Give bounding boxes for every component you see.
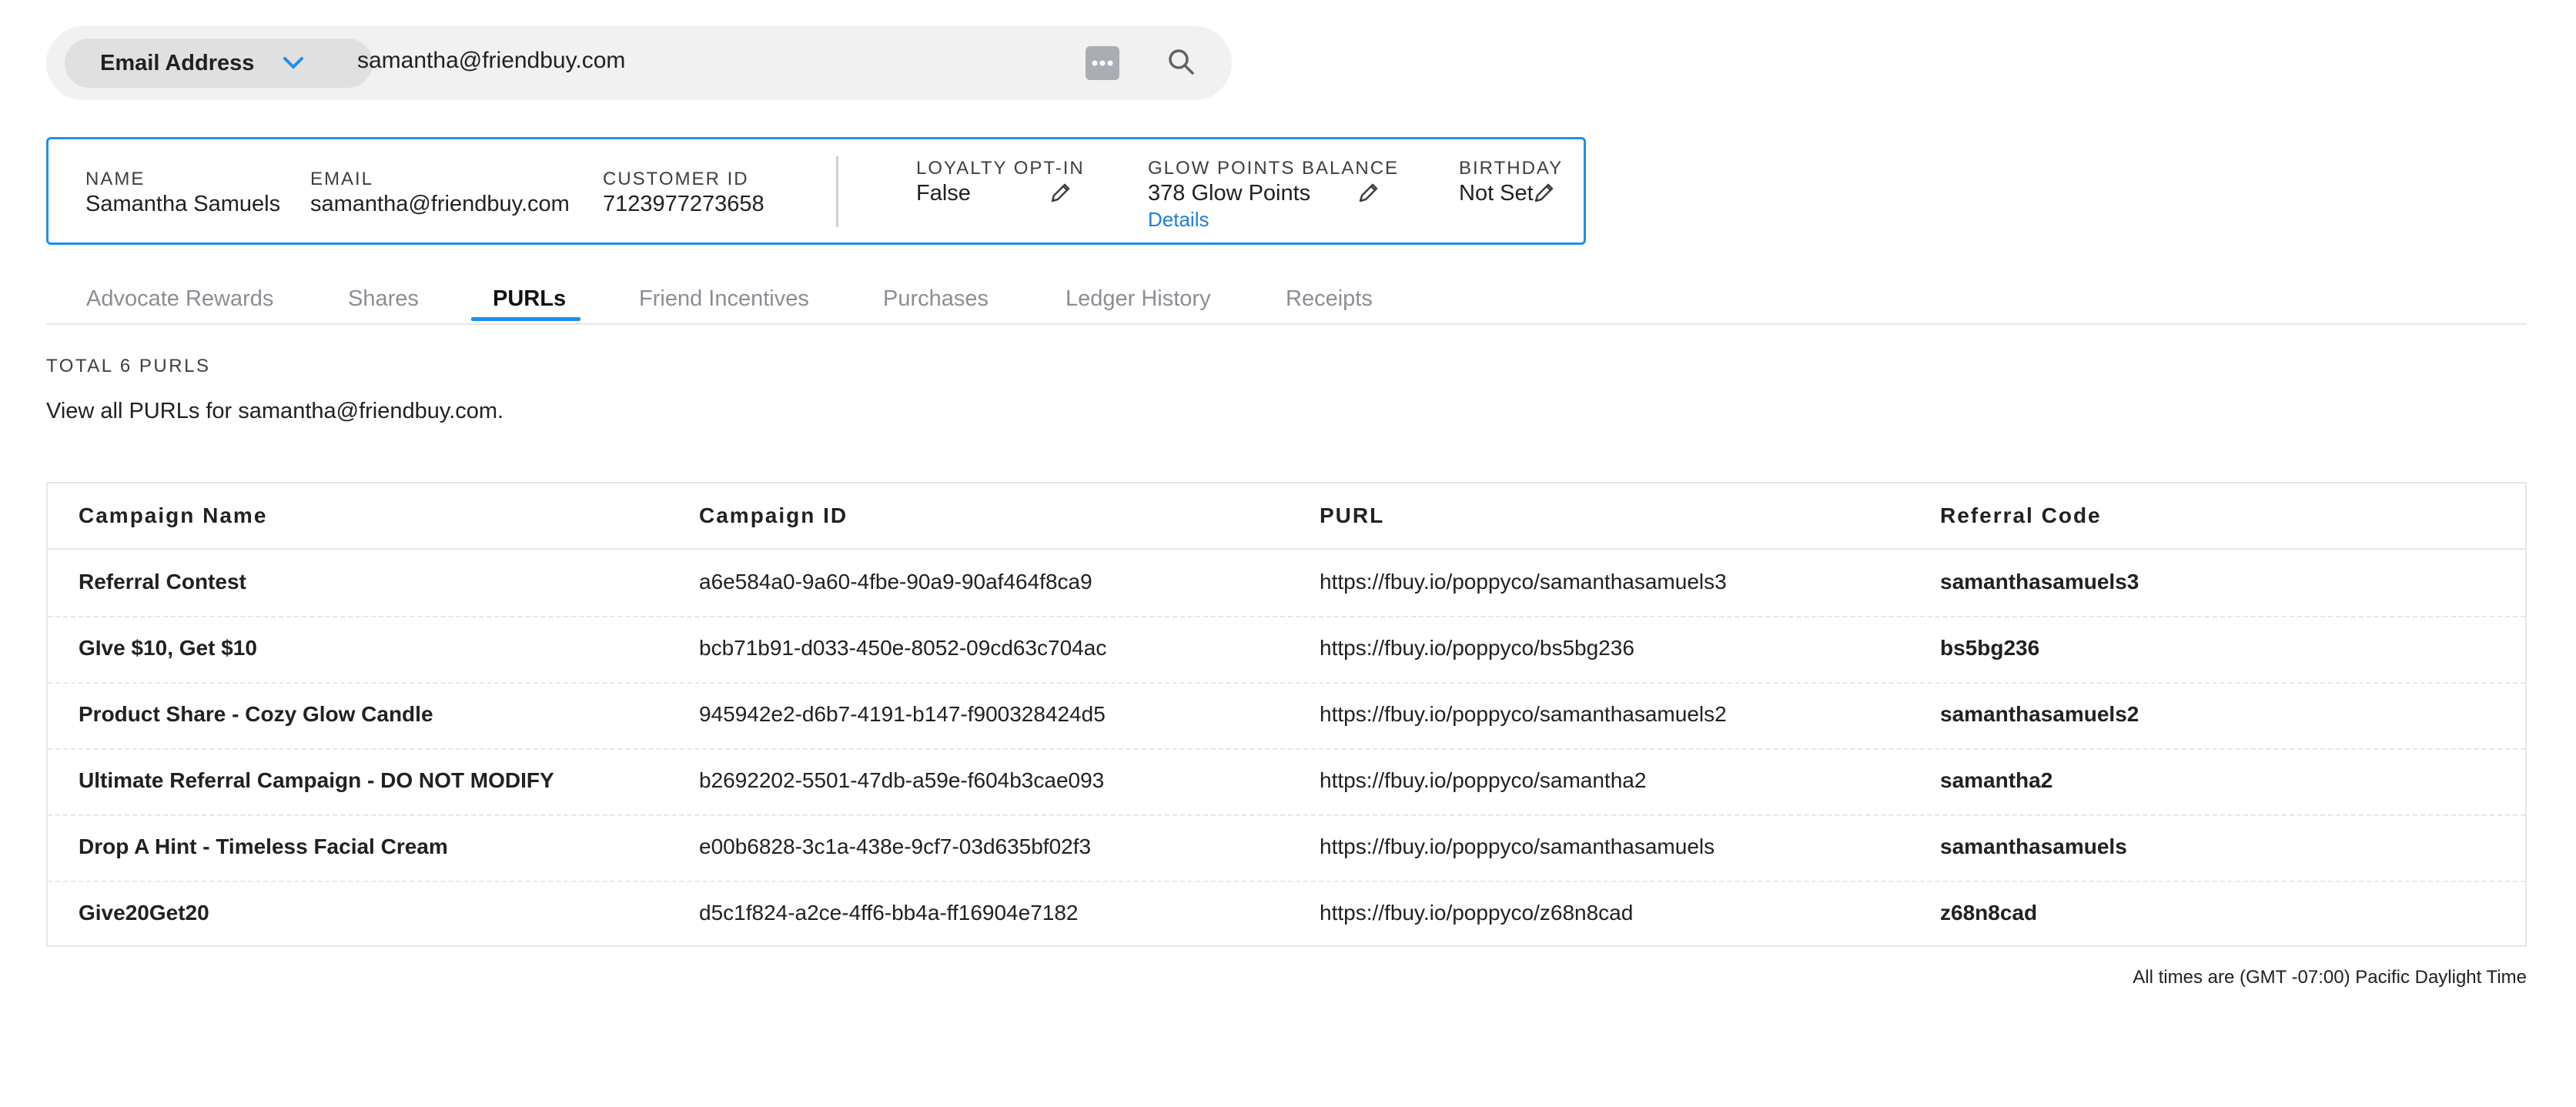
search-bar: Email Address samantha@friendbuy.com: [46, 26, 1232, 100]
referral-code: z68n8cad: [1940, 901, 2038, 925]
campaign-name: GIve $10, Get $10: [79, 636, 257, 660]
purl[interactable]: https://fbuy.io/poppyco/samantha2: [1320, 768, 1646, 793]
tab-friend-incentives[interactable]: Friend Incentives: [639, 286, 809, 312]
active-tab-indicator: [471, 317, 580, 321]
header-referral-code: Referral Code: [1940, 503, 2102, 527]
table-row: Give20Get20 d5c1f824-a2ce-4ff6-bb4a-ff16…: [48, 881, 2525, 947]
tab-advocate-rewards[interactable]: Advocate Rewards: [86, 286, 273, 312]
purl[interactable]: https://fbuy.io/poppyco/samanthasamuels: [1320, 834, 1715, 859]
pencil-icon[interactable]: [1533, 181, 1556, 204]
campaign-id: d5c1f824-a2ce-4ff6-bb4a-ff16904e7182: [699, 901, 1079, 925]
campaign-name: Ultimate Referral Campaign - DO NOT MODI…: [79, 768, 554, 792]
referral-code: bs5bg236: [1940, 636, 2040, 660]
timezone-note: All times are (GMT -07:00) Pacific Dayli…: [2133, 967, 2527, 988]
table-row: GIve $10, Get $10 bcb71b91-d033-450e-805…: [48, 616, 2525, 684]
name-caption: NAME: [85, 169, 146, 189]
campaign-name: Drop A Hint - Timeless Facial Cream: [79, 834, 448, 858]
loyalty-caption: LOYALTY OPT-IN: [916, 158, 1085, 179]
email-caption: EMAIL: [310, 169, 374, 189]
pencil-icon[interactable]: [1049, 181, 1072, 204]
birthday-caption: BIRTHDAY: [1459, 158, 1564, 179]
email-field: EMAIL samantha@friendbuy.com: [310, 169, 570, 217]
table-row: Referral Contest a6e584a0-9a60-4fbe-90a9…: [48, 550, 2525, 617]
tab-ledger-history[interactable]: Ledger History: [1066, 286, 1211, 312]
purl[interactable]: https://fbuy.io/poppyco/samanthasamuels2: [1320, 702, 1727, 727]
chevron-down-icon: [283, 57, 303, 69]
customer-card: NAME Samantha Samuels EMAIL samantha@fri…: [46, 137, 1586, 245]
search-field-select[interactable]: Email Address: [65, 38, 373, 88]
total-count: TOTAL 6 PURLS: [46, 356, 211, 376]
table-header: Campaign Name Campaign ID PURL Referral …: [48, 483, 2525, 550]
campaign-id: 945942e2-d6b7-4191-b147-f900328424d5: [699, 702, 1106, 726]
tab-purchases[interactable]: Purchases: [883, 286, 989, 312]
header-purl: PURL: [1320, 503, 1385, 527]
header-campaign-name: Campaign Name: [79, 503, 268, 527]
referral-code: samanthasamuels3: [1940, 570, 2139, 594]
glow-points-caption: GLOW POINTS BALANCE: [1148, 158, 1400, 179]
details-link[interactable]: Details: [1148, 208, 1399, 232]
description: View all PURLs for samantha@friendbuy.co…: [46, 399, 504, 423]
purl[interactable]: https://fbuy.io/poppyco/samanthasamuels3: [1320, 570, 1727, 594]
customer-id-field: CUSTOMER ID 7123977273658: [603, 169, 764, 217]
purls-table: Campaign Name Campaign ID PURL Referral …: [46, 482, 2527, 947]
referral-code: samanthasamuels: [1940, 834, 2127, 858]
table-row: Ultimate Referral Campaign - DO NOT MODI…: [48, 748, 2525, 816]
table-row: Product Share - Cozy Glow Candle 945942e…: [48, 682, 2525, 750]
divider: [836, 156, 838, 227]
campaign-id: b2692202-5501-47db-a59e-f604b3cae093: [699, 768, 1105, 792]
search-field-label: Email Address: [100, 50, 255, 75]
customer-email: samantha@friendbuy.com: [310, 192, 570, 216]
tab-bar: Advocate Rewards Shares PURLs Friend Inc…: [46, 277, 2527, 325]
referral-code: samantha2: [1940, 768, 2053, 792]
campaign-id: a6e584a0-9a60-4fbe-90a9-90af464f8ca9: [699, 570, 1092, 594]
customer-id: 7123977273658: [603, 192, 764, 216]
customer-name: Samantha Samuels: [85, 192, 281, 216]
header-campaign-id: Campaign ID: [699, 503, 848, 527]
tab-receipts[interactable]: Receipts: [1286, 286, 1373, 312]
referral-code: samanthasamuels2: [1940, 702, 2139, 726]
tab-shares[interactable]: Shares: [348, 286, 419, 312]
campaign-id: e00b6828-3c1a-438e-9cf7-03d635bf02f3: [699, 834, 1092, 858]
customer-id-caption: CUSTOMER ID: [603, 169, 749, 189]
more-icon[interactable]: [1086, 46, 1119, 80]
purl[interactable]: https://fbuy.io/poppyco/z68n8cad: [1320, 901, 1633, 925]
campaign-id: bcb71b91-d033-450e-8052-09cd63c704ac: [699, 636, 1107, 660]
purl[interactable]: https://fbuy.io/poppyco/bs5bg236: [1320, 636, 1634, 661]
tab-purls[interactable]: PURLs: [493, 286, 566, 312]
search-icon[interactable]: [1164, 45, 1199, 80]
campaign-name: Give20Get20: [79, 901, 209, 925]
campaign-name: Referral Contest: [79, 570, 246, 594]
table-row: Drop A Hint - Timeless Facial Cream e00b…: [48, 814, 2525, 882]
pencil-icon[interactable]: [1357, 181, 1380, 204]
campaign-name: Product Share - Cozy Glow Candle: [79, 702, 433, 726]
name-field: NAME Samantha Samuels: [85, 169, 280, 217]
search-input[interactable]: samantha@friendbuy.com: [357, 48, 625, 74]
